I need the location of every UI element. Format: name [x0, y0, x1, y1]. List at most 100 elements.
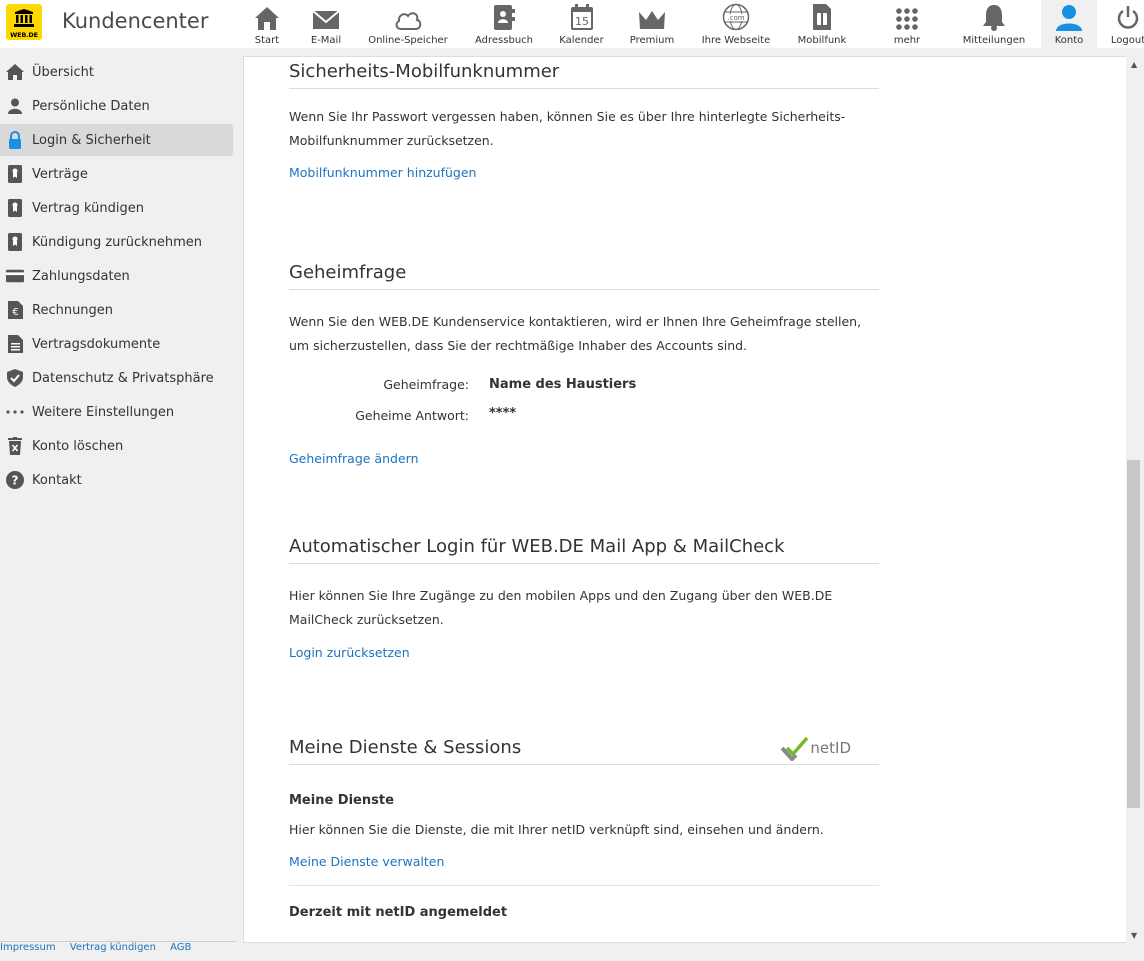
nav-mehr[interactable]: mehr	[867, 0, 947, 48]
section-title: Meine Dienste & Sessions	[289, 737, 522, 758]
sidebar-item-label: Vertragsdokumente	[32, 336, 161, 352]
sidebar-item-rechnungen[interactable]: € Rechnungen	[0, 294, 233, 326]
sidebar-item-label: Zahlungsdaten	[32, 268, 130, 284]
footer-impressum-link[interactable]: Impressum	[0, 942, 56, 953]
section-title: Sicherheits-Mobilfunknummer	[289, 61, 879, 89]
globe-badge: .com	[727, 14, 744, 22]
section-mobilfunknummer: Sicherheits-Mobilfunknummer Wenn Sie Ihr…	[289, 61, 879, 180]
scrollbar[interactable]: ▲ ▼	[1126, 56, 1144, 943]
secret-answer-value: ****	[489, 406, 517, 421]
nav-adressbuch[interactable]: Adressbuch	[454, 0, 554, 48]
sidebar-item-konto-loeschen[interactable]: Konto löschen	[0, 430, 233, 462]
mail-icon	[312, 10, 340, 29]
sidebar-item-label: Übersicht	[32, 64, 94, 80]
sidebar-item-label: Konto löschen	[32, 438, 124, 454]
footer-vertrag-kuendigen-link[interactable]: Vertrag kündigen	[70, 942, 156, 953]
nav-label: E-Mail	[310, 35, 342, 46]
nav-label: Adressbuch	[475, 35, 533, 46]
trash-icon	[8, 437, 22, 455]
app-title: Kundencenter	[62, 9, 209, 33]
add-mobile-number-link[interactable]: Mobilfunknummer hinzufügen	[289, 165, 879, 180]
nav-label: Online-Speicher	[368, 35, 448, 46]
sidebar-item-label: Kündigung zurücknehmen	[32, 234, 203, 250]
secret-question-value: Name des Haustiers	[489, 377, 637, 392]
card-icon	[6, 269, 24, 283]
power-icon	[1117, 6, 1139, 29]
home-icon	[255, 7, 279, 30]
secret-question-label: Geheimfrage:	[383, 377, 469, 392]
section-automatischer-login: Automatischer Login für WEB.DE Mail App …	[289, 536, 879, 660]
contract-icon	[8, 165, 22, 183]
sim-icon	[813, 4, 831, 30]
section-title: Geheimfrage	[289, 262, 879, 290]
footer-agb-link[interactable]: AGB	[170, 942, 191, 953]
nav-konto[interactable]: Konto	[1041, 0, 1097, 48]
sidebar-item-datenschutz[interactable]: Datenschutz & Privatsphäre	[0, 362, 233, 394]
top-bar: WEB.DE Kundencenter Start E-Mail Online-…	[0, 0, 1144, 48]
sidebar-item-vertragsdokumente[interactable]: Vertragsdokumente	[0, 328, 233, 360]
nav-start[interactable]: Start	[244, 0, 290, 48]
section-title-row: Meine Dienste & Sessions netID	[289, 736, 879, 765]
section-title: Automatischer Login für WEB.DE Mail App …	[289, 536, 879, 564]
section-text: Hier können Sie Ihre Zugänge zu den mobi…	[289, 588, 833, 627]
sidebar-item-login-sicherheit[interactable]: Login & Sicherheit	[0, 124, 233, 156]
sidebar-item-uebersicht[interactable]: Übersicht	[0, 56, 233, 88]
document-icon	[7, 335, 23, 353]
nav-label: Mitteilungen	[962, 35, 1026, 46]
help-icon: ?	[6, 471, 24, 489]
sidebar-item-label: Kontakt	[32, 472, 82, 488]
bell-icon	[983, 5, 1005, 31]
sidebar-item-label: Weitere Einstellungen	[32, 404, 175, 420]
nav-premium[interactable]: Premium	[609, 0, 695, 48]
nav-label: Ihre Webseite	[701, 35, 771, 46]
sidebar-item-persoenliche-daten[interactable]: Persönliche Daten	[0, 90, 233, 122]
nav-kalender[interactable]: 15 Kalender	[554, 0, 609, 48]
sidebar-item-label: Vertrag kündigen	[32, 200, 144, 216]
netid-check-icon	[780, 736, 809, 761]
nav-label: Premium	[629, 35, 675, 46]
change-secret-question-link[interactable]: Geheimfrage ändern	[289, 451, 419, 466]
euro-doc-icon: €	[7, 301, 23, 319]
webde-logo[interactable]: WEB.DE	[6, 4, 42, 40]
subsection-title: Derzeit mit netID angemeldet	[289, 905, 508, 920]
nav-email[interactable]: E-Mail	[290, 0, 362, 48]
sidebar-item-kuendigung-zuruecknehmen[interactable]: Kündigung zurücknehmen	[0, 226, 233, 258]
sidebar-item-vertrag-kuendigen[interactable]: Vertrag kündigen	[0, 192, 233, 224]
building-icon	[14, 9, 34, 27]
nav-ihre-webseite[interactable]: .com Ihre Webseite	[695, 0, 777, 48]
sidebar-item-label: Login & Sicherheit	[32, 132, 151, 148]
nav-online-speicher[interactable]: Online-Speicher	[362, 0, 454, 48]
nav-label: Kalender	[559, 35, 604, 46]
scrollbar-thumb[interactable]	[1127, 460, 1140, 808]
scroll-up-arrow-icon[interactable]: ▲	[1131, 60, 1137, 69]
secret-answer-label: Geheime Antwort:	[355, 408, 469, 423]
nav-mitteilungen[interactable]: Mitteilungen	[947, 0, 1041, 48]
subsection-title: Meine Dienste	[289, 793, 394, 808]
home-icon	[6, 64, 24, 80]
globe-icon: .com	[722, 3, 750, 31]
nav-label: Konto	[1054, 35, 1084, 46]
nav-logout[interactable]: Logout	[1097, 0, 1144, 48]
person-icon	[8, 98, 22, 114]
scroll-down-arrow-icon[interactable]: ▼	[1131, 931, 1137, 940]
sidebar: Übersicht Persönliche Daten Login & Sich…	[0, 56, 236, 498]
sidebar-item-kontakt[interactable]: ? Kontakt	[0, 464, 233, 496]
manage-services-link[interactable]: Meine Dienste verwalten	[289, 854, 879, 869]
logo-text: WEB.DE	[10, 31, 38, 39]
section-dienste-sessions: Meine Dienste & Sessions netID Meine Die…	[289, 736, 879, 920]
user-icon	[1056, 5, 1082, 31]
svg-text:?: ?	[12, 474, 19, 488]
sidebar-item-zahlungsdaten[interactable]: Zahlungsdaten	[0, 260, 233, 292]
nav-mobilfunk[interactable]: Mobilfunk	[777, 0, 867, 48]
sidebar-item-label: Persönliche Daten	[32, 98, 150, 114]
contract-icon	[8, 233, 22, 251]
nav-label: Mobilfunk	[797, 35, 847, 46]
cloud-icon	[395, 12, 422, 30]
section-text: Wenn Sie den WEB.DE Kundenservice kontak…	[289, 314, 862, 353]
sidebar-item-vertraege[interactable]: Verträge	[0, 158, 233, 190]
sidebar-item-label: Rechnungen	[32, 302, 114, 318]
reset-login-link[interactable]: Login zurücksetzen	[289, 645, 879, 660]
sidebar-item-weitere-einstellungen[interactable]: Weitere Einstellungen	[0, 396, 233, 428]
calendar-badge: 15	[575, 15, 589, 28]
shield-icon	[7, 369, 23, 387]
